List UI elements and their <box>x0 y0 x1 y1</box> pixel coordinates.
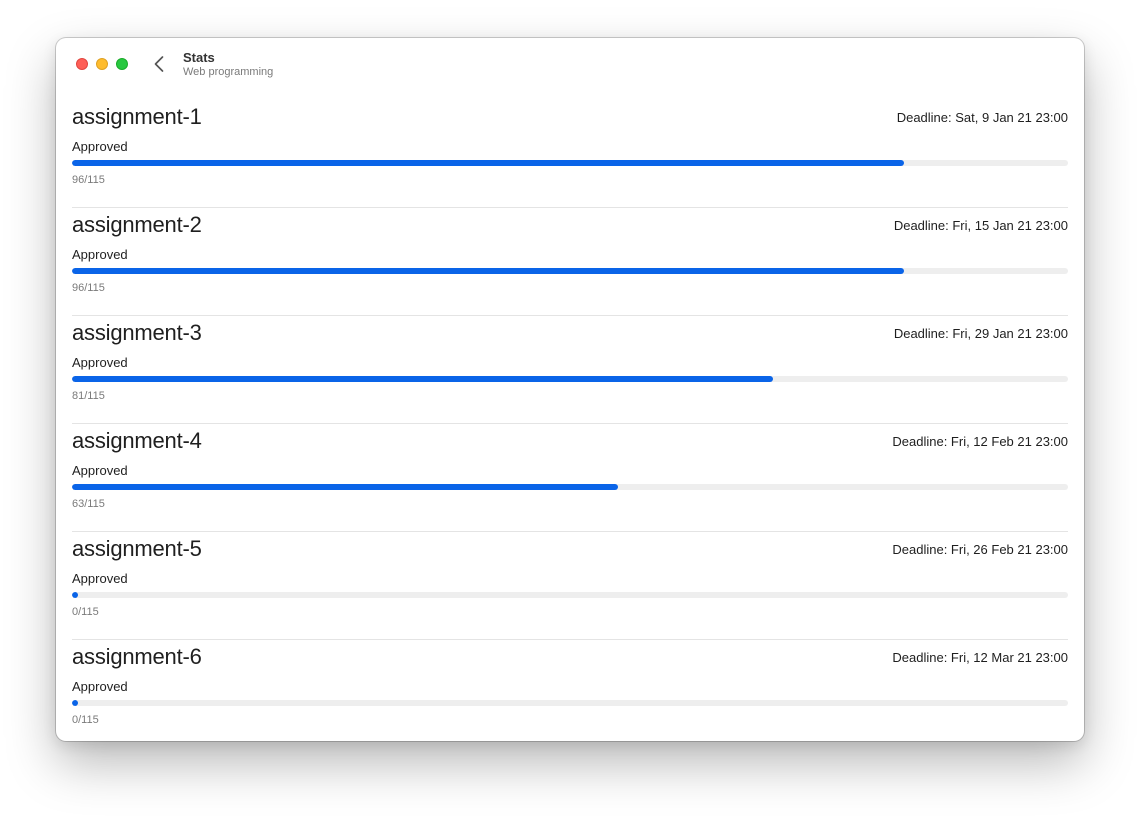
progress-fill <box>72 268 904 274</box>
assignment-name: assignment-3 <box>72 320 202 345</box>
progress-track <box>72 592 1068 598</box>
assignment-status: Approved <box>72 139 128 154</box>
progress-fill <box>72 592 78 598</box>
assignment-status: Approved <box>72 571 128 586</box>
assignment-count: 0/115 <box>72 714 99 726</box>
progress-fill <box>72 160 904 166</box>
zoom-window-button[interactable] <box>116 58 128 70</box>
progress-fill <box>72 376 774 382</box>
assignment-deadline: Deadline: Fri, 12 Feb 21 23:00 <box>892 434 1068 449</box>
assignment-deadline: Deadline: Fri, 12 Mar 21 23:00 <box>892 650 1068 665</box>
progress-fill <box>72 700 78 706</box>
minimize-window-button[interactable] <box>96 58 108 70</box>
assignment-row[interactable]: assignment-4 Deadline: Fri, 12 Feb 21 23… <box>72 424 1068 532</box>
close-window-button[interactable] <box>76 58 88 70</box>
assignment-deadline: Deadline: Fri, 26 Feb 21 23:00 <box>892 542 1068 557</box>
window-title: Stats <box>183 50 215 65</box>
title-block: Stats Web programming <box>183 50 273 79</box>
progress-fill <box>72 484 618 490</box>
progress-track <box>72 700 1068 706</box>
assignment-count: 63/115 <box>72 498 105 510</box>
assignment-deadline: Deadline: Fri, 15 Jan 21 23:00 <box>893 218 1068 233</box>
assignment-status: Approved <box>72 247 128 262</box>
assignment-count: 0/115 <box>72 606 99 618</box>
progress-track <box>72 160 1068 166</box>
assignment-count: 96/115 <box>72 282 105 294</box>
progress-track <box>72 376 1068 382</box>
window-subtitle: Web programming <box>183 66 274 78</box>
assignment-row[interactable]: assignment-6 Deadline: Fri, 12 Mar 21 23… <box>72 640 1068 741</box>
chevron-left-icon <box>154 56 164 72</box>
assignment-name: assignment-5 <box>72 536 202 561</box>
assignment-deadline: Deadline: Sat, 9 Jan 21 23:00 <box>896 110 1068 125</box>
assignment-name: assignment-4 <box>72 428 202 453</box>
assignment-status: Approved <box>72 679 128 694</box>
progress-track <box>72 484 1068 490</box>
assignment-name: assignment-2 <box>72 212 202 237</box>
assignment-row[interactable]: assignment-1 Deadline: Sat, 9 Jan 21 23:… <box>72 100 1068 208</box>
assignment-row[interactable]: assignment-2 Deadline: Fri, 15 Jan 21 23… <box>72 208 1068 316</box>
assignment-name: assignment-1 <box>72 104 202 129</box>
back-button[interactable] <box>150 53 170 75</box>
titlebar: Stats Web programming <box>56 38 1084 94</box>
assignment-row[interactable]: assignment-3 Deadline: Fri, 29 Jan 21 23… <box>72 316 1068 424</box>
assignment-count: 96/115 <box>72 174 105 186</box>
assignment-deadline: Deadline: Fri, 29 Jan 21 23:00 <box>893 326 1068 341</box>
progress-track <box>72 268 1068 274</box>
assignment-count: 81/115 <box>72 390 105 402</box>
assignment-name: assignment-6 <box>72 644 202 669</box>
assignment-status: Approved <box>72 355 128 370</box>
stats-window: Stats Web programming assignment-1 Deadl… <box>56 38 1084 741</box>
assignment-list: assignment-1 Deadline: Sat, 9 Jan 21 23:… <box>72 100 1068 741</box>
assignment-row[interactable]: assignment-5 Deadline: Fri, 26 Feb 21 23… <box>72 532 1068 640</box>
assignment-status: Approved <box>72 463 128 478</box>
